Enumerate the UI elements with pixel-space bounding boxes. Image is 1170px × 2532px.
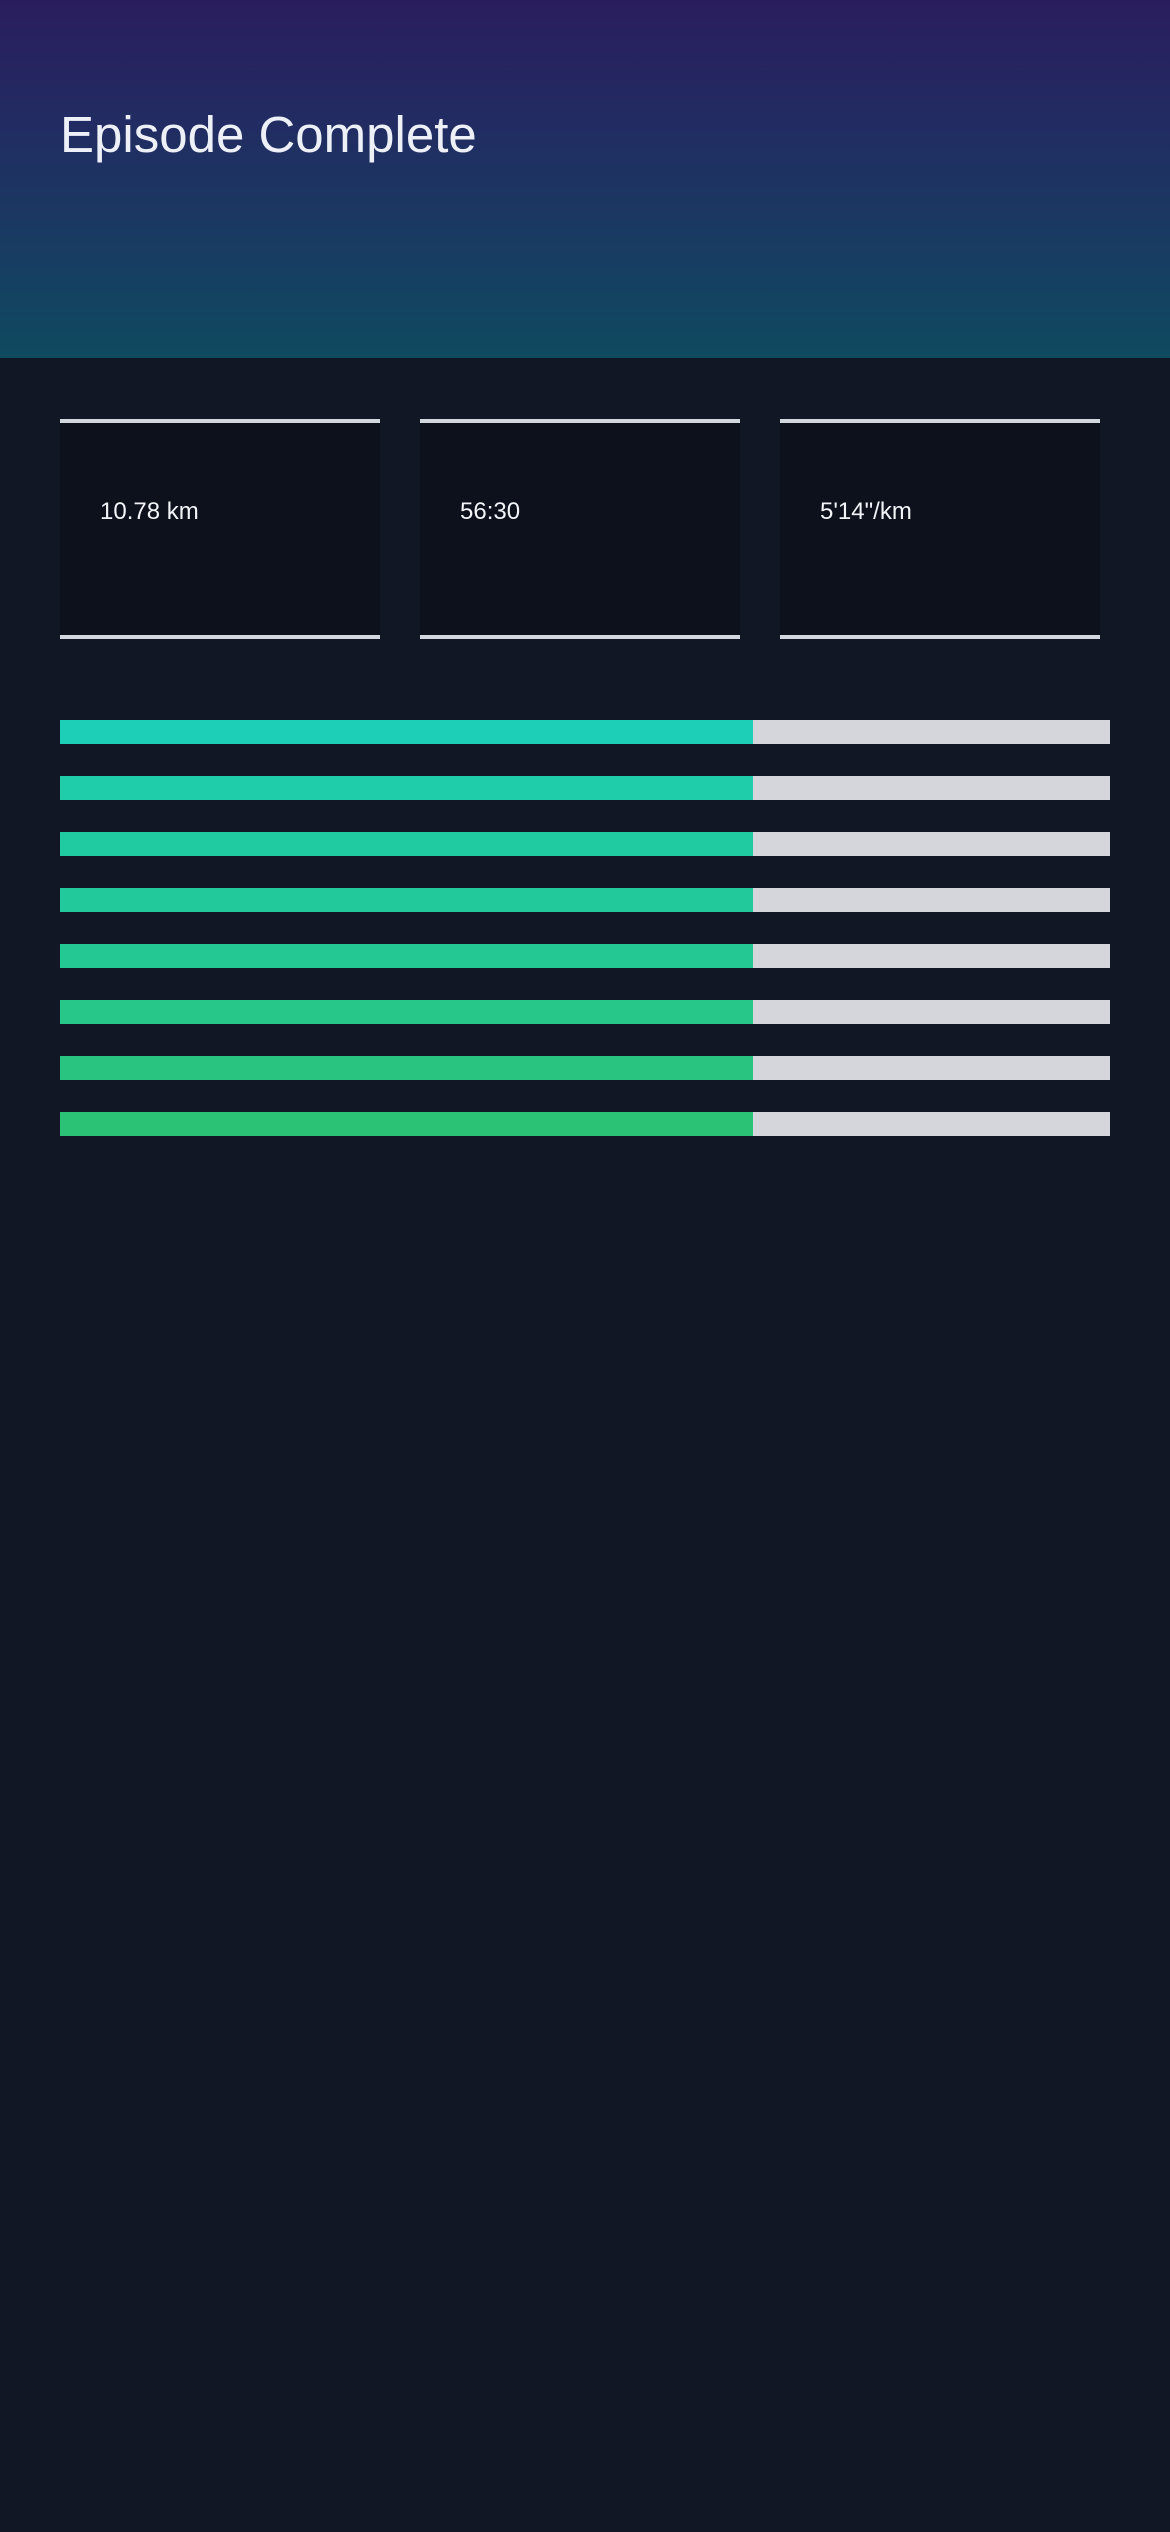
progress-bar-track	[60, 832, 1110, 856]
progress-bar-track	[60, 888, 1110, 912]
progress-bar-fill	[60, 720, 753, 744]
progress-bar-track	[60, 720, 1110, 744]
duration-card: 56:30	[420, 419, 740, 639]
progress-bar-fill	[60, 888, 753, 912]
page-title: Episode Complete	[60, 106, 477, 163]
header-banner: Episode Complete	[0, 0, 1170, 358]
stats-row: 10.78 km 56:30 5'14"/km	[60, 419, 1100, 639]
progress-bar-fill	[60, 1112, 753, 1136]
progress-bar-fill	[60, 1000, 753, 1024]
distance-card: 10.78 km	[60, 419, 380, 639]
distance-value: 10.78 km	[100, 498, 199, 525]
pace-value: 5'14"/km	[820, 498, 912, 525]
progress-bar-fill	[60, 832, 753, 856]
duration-value: 56:30	[460, 498, 521, 525]
progress-bar-fill	[60, 1056, 753, 1080]
progress-bar-track	[60, 776, 1110, 800]
progress-bar-fill	[60, 776, 753, 800]
progress-bar-fill	[60, 944, 753, 968]
progress-bar-track	[60, 1112, 1110, 1136]
progress-bar-track	[60, 944, 1110, 968]
progress-bar-track	[60, 1000, 1110, 1024]
pace-card: 5'14"/km	[780, 419, 1100, 639]
progress-bar-track	[60, 1056, 1110, 1080]
